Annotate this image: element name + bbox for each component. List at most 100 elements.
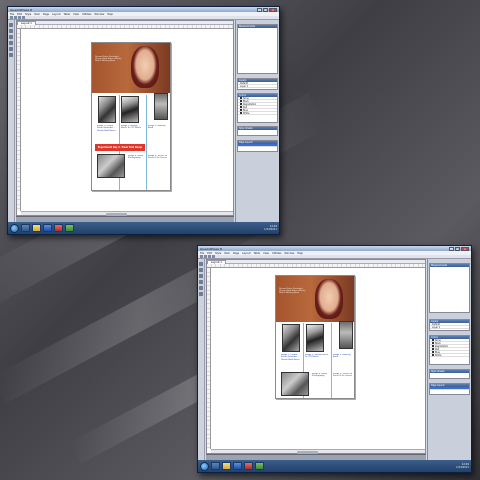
color-swatch [432,339,434,341]
photo-thumbnail [97,154,125,178]
palette-header: Measurements [430,264,469,267]
horizontal-scrollbar[interactable] [211,449,425,454]
menu-utilities[interactable]: Utilities [82,13,91,16]
photo-thumbnail [98,96,116,123]
media-taskbar-icon[interactable] [244,462,253,470]
color-swatch [432,354,434,356]
caption-text: Image 5: Yellow Go Sheet & Go Leaves [148,155,168,160]
menu-page[interactable]: Page [43,13,49,16]
text-box-tool-icon[interactable] [199,274,203,278]
tools-palette [198,259,205,460]
caption-text: Image 3: Walking Book [333,354,351,359]
color-swatch [240,97,242,99]
caption-text: Image 2: Whisky Bottle To OTZ Bottle [121,125,142,130]
caption-text: Image 4: Room Photography [312,373,328,378]
color-swatch [240,112,242,114]
window-titlebar: QuarkXPress 8 – □ × [198,246,471,251]
tool-icon[interactable] [10,16,13,19]
photo-thumbnail [281,372,309,396]
close-button[interactable]: × [461,246,469,251]
color-swatch [240,109,242,111]
quark-taskbar-icon[interactable] [65,224,74,232]
menu-help[interactable]: Help [297,252,303,255]
magazine-page[interactable]: Dream Potter Reminder Dream Bath Boxes W… [91,42,171,191]
caption-text: Image 4: Room Photography [128,155,144,160]
tool-icon[interactable] [200,255,203,258]
menu-page[interactable]: Page [233,252,239,255]
photo-thumbnail [306,324,324,352]
layer-row[interactable]: Layer 1 [238,85,277,88]
ie-taskbar-icon[interactable] [21,224,30,232]
app-body: Layout 1 Dream Potter Reminder Dream Bat… [8,20,279,222]
tool-icon[interactable] [208,255,211,258]
start-button[interactable] [10,223,19,233]
color-swatch [240,100,242,102]
menu-item[interactable]: Item [224,252,230,255]
magazine-page[interactable]: Dream Potter Reminder Dream Bath Boxes W… [275,275,355,399]
color-swatch [432,345,434,347]
palette-header: Style Sheets [430,370,469,373]
item-tool-icon[interactable] [9,23,13,27]
app-taskbar-icon[interactable] [43,224,52,232]
caption-text: Image 2: Whisky Bottle To OTZ Bottle [305,354,329,359]
content-tool-icon[interactable] [199,268,203,272]
tool-icon[interactable] [18,16,21,19]
ie-taskbar-icon[interactable] [211,462,220,470]
menu-item[interactable]: Item [34,13,40,16]
minimize-button[interactable]: – [449,246,454,251]
folder-taskbar-icon[interactable] [222,462,231,470]
menu-table[interactable]: Table [254,252,260,255]
layer-row[interactable]: Layer 1 [430,326,469,329]
screenshot-window-2: QuarkXPress 8 – □ × File Edit Style Item… [197,245,472,473]
tool-icon[interactable] [212,255,215,258]
picture-box-tool-icon[interactable] [9,41,13,45]
photo-thumbnail [282,324,300,352]
folder-taskbar-icon[interactable] [32,224,41,232]
menu-window[interactable]: Window [284,252,294,255]
system-clock: 12:49 1/13/2011 [264,225,277,231]
menu-utilities[interactable]: Utilities [272,252,281,255]
line-tool-icon[interactable] [9,47,13,51]
tool-icon[interactable] [14,16,17,19]
color-row[interactable]: White [238,112,277,115]
menu-help[interactable]: Help [107,13,113,16]
maximize-button[interactable]: □ [263,7,268,12]
menu-style[interactable]: Style [215,252,221,255]
tool-icon[interactable] [22,16,25,19]
menu-style[interactable]: Style [25,13,31,16]
text-box-tool-icon[interactable] [9,35,13,39]
menu-view[interactable]: View [73,13,79,16]
page-thumbnail-row[interactable] [430,387,469,390]
minimize-button[interactable]: – [257,7,262,12]
header-photo: Dream Potter Reminder Dream Bath Boxes W… [92,43,170,93]
media-taskbar-icon[interactable] [54,224,63,232]
quark-taskbar-icon[interactable] [255,462,264,470]
zoom-tool-icon[interactable] [199,292,203,296]
style-sheets-palette: Style Sheets [429,369,470,379]
app-taskbar-icon[interactable] [233,462,242,470]
line-tool-icon[interactable] [199,286,203,290]
palette-header: Measurements [238,25,277,28]
page-thumbnail-row[interactable] [238,144,277,147]
windows-taskbar: 12:49 1/13/2011 [198,460,471,472]
photo-thumbnail [121,96,139,123]
color-row[interactable]: White [430,354,469,357]
maximize-button[interactable]: □ [455,246,460,251]
window-title: QuarkXPress 8 [10,7,32,12]
tool-icon[interactable] [204,255,207,258]
item-tool-icon[interactable] [199,262,203,266]
horizontal-scrollbar[interactable] [21,211,233,216]
portrait-photo [131,46,160,88]
menu-layout[interactable]: Layout [242,252,251,255]
menu-window[interactable]: Window [94,13,104,16]
menu-view[interactable]: View [263,252,269,255]
caption-text: Image 1: Dream Potter Reminder - Dream B… [97,125,116,132]
content-tool-icon[interactable] [9,29,13,33]
picture-box-tool-icon[interactable] [199,280,203,284]
menu-table[interactable]: Table [64,13,70,16]
zoom-tool-icon[interactable] [9,53,13,57]
start-button[interactable] [200,461,209,471]
menu-layout[interactable]: Layout [52,13,61,16]
close-button[interactable]: × [269,7,277,12]
palette-header: Style Sheets [238,127,277,130]
